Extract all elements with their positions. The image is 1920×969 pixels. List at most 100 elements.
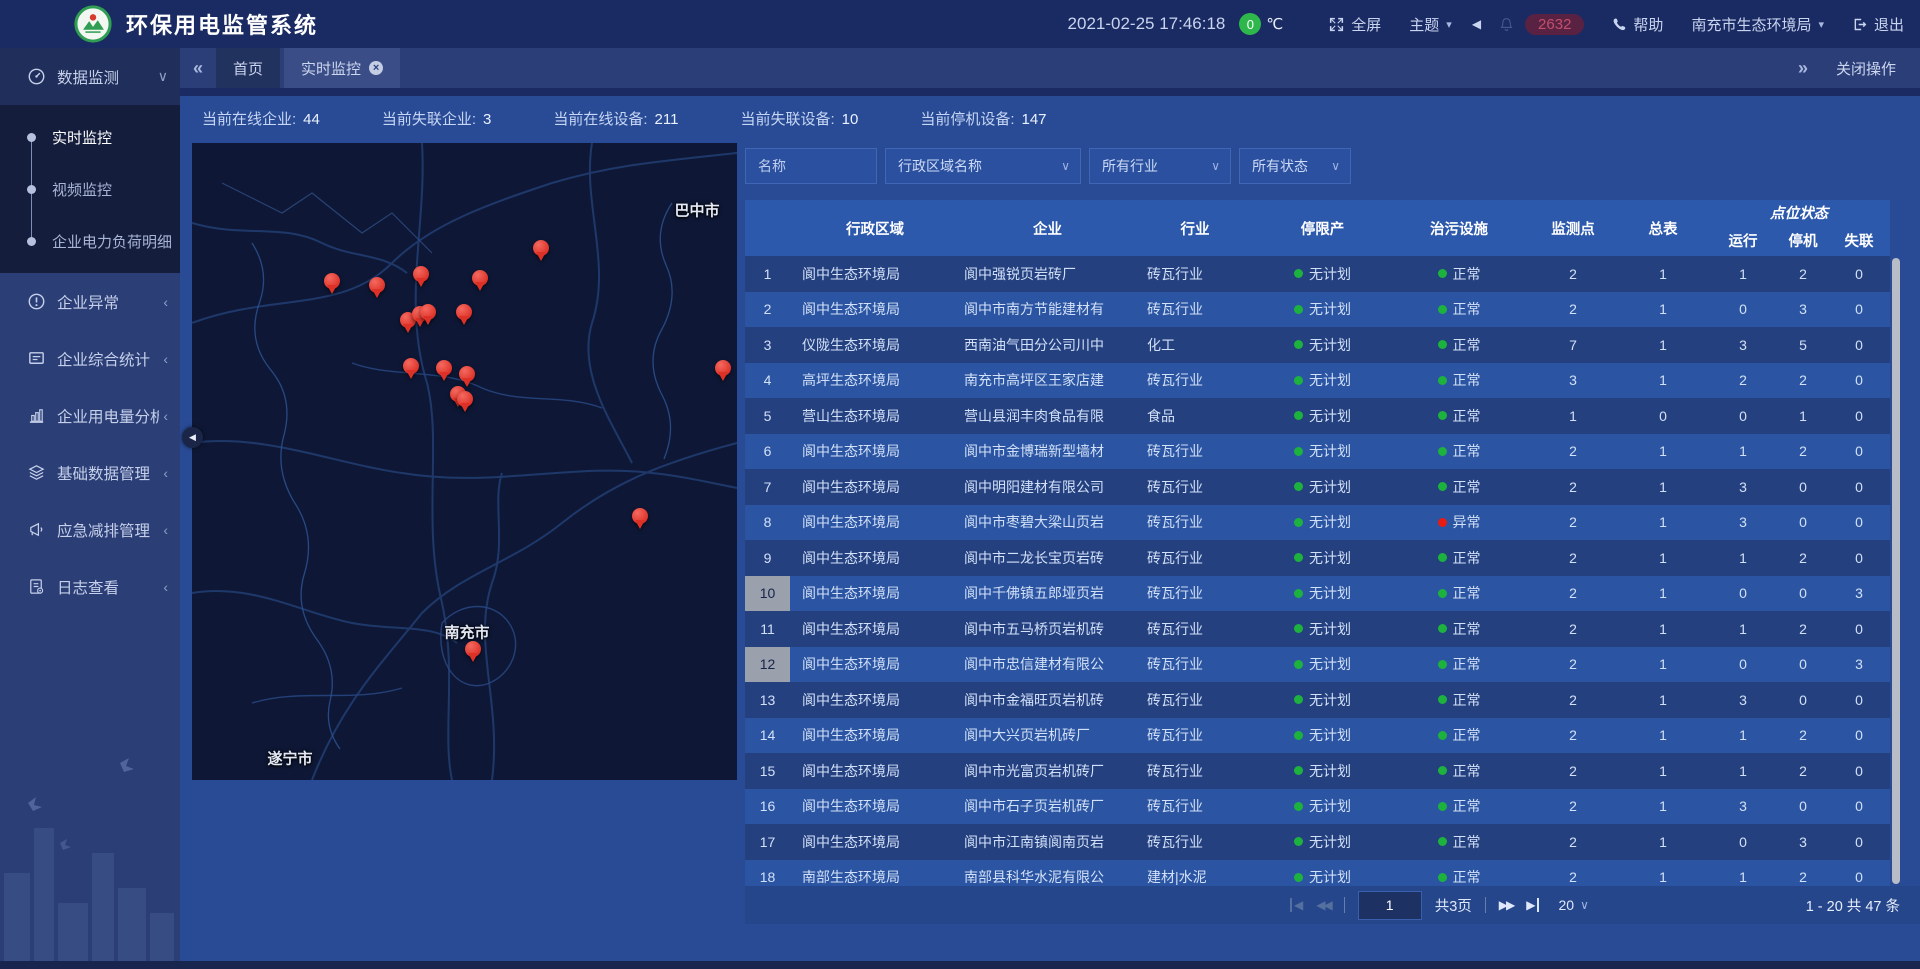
table-row[interactable]: 15阆中生态环境局阆中市光富页岩机砖厂砖瓦行业无计划正常21120	[745, 753, 1890, 789]
help-label: 帮助	[1633, 14, 1663, 35]
mute-button[interactable]: ◀	[1472, 17, 1481, 31]
footer-strip	[0, 961, 1920, 969]
status-select[interactable]: 所有状态 ∨	[1239, 148, 1351, 184]
user-menu[interactable]: 南充市生态环境局 ▾	[1691, 14, 1824, 35]
sidebar-item-company-statistics[interactable]: 企业综合统计 ‹	[0, 330, 180, 387]
cell-company: 阆中强锐页岩砖厂	[960, 256, 1135, 292]
first-page-button[interactable]: ◀	[1290, 898, 1303, 912]
sidebar-item-power-load-detail[interactable]: 企业电力负荷明细	[0, 215, 180, 267]
region-select[interactable]: 行政区域名称 ∨	[885, 148, 1081, 184]
table-row[interactable]: 10阆中生态环境局阆中千佛镇五郎垭页岩砖瓦行业无计划正常21003	[745, 576, 1890, 612]
map-pin[interactable]	[420, 304, 436, 320]
industry-select[interactable]: 所有行业 ∨	[1089, 148, 1231, 184]
table-row[interactable]: 3仪陇生态环境局西南油气田分公司川中化工无计划正常71350	[745, 327, 1890, 363]
sidebar-item-log-view[interactable]: 日志查看 ‹	[0, 558, 180, 615]
map-pin[interactable]	[369, 277, 385, 293]
tabs-scroll-right-button[interactable]: »	[1798, 58, 1808, 79]
last-page-button[interactable]: ▶	[1526, 898, 1539, 912]
prev-page-button[interactable]: ◀◀	[1316, 898, 1330, 912]
map-pin[interactable]	[472, 270, 488, 286]
table-row[interactable]: 16阆中生态环境局阆中市石子页岩机砖厂砖瓦行业无计划正常21300	[745, 789, 1890, 825]
name-search-input[interactable]	[745, 148, 877, 184]
table-row[interactable]: 11阆中生态环境局阆中市五马桥页岩机砖砖瓦行业无计划正常21120	[745, 611, 1890, 647]
theme-button[interactable]: 主题 ▾	[1409, 14, 1452, 35]
map-pin[interactable]	[324, 273, 340, 289]
map-pin[interactable]	[533, 240, 549, 256]
sidebar-item-power-usage-analysis[interactable]: 企业用电量分析 ‹	[0, 387, 180, 444]
map-pin[interactable]	[436, 360, 452, 376]
cell-region: 阆中生态环境局	[790, 256, 960, 292]
sidebar-item-data-monitoring[interactable]: 数据监测 ∨	[0, 48, 180, 105]
map-pin[interactable]	[457, 391, 473, 407]
vertical-scrollbar[interactable]	[1892, 258, 1900, 884]
map-panel[interactable]: 巴中市南充市遂宁市	[192, 143, 737, 780]
status-dot	[1438, 340, 1447, 349]
cell-industry: 食品	[1135, 398, 1255, 434]
cell-monitor-points: 3	[1528, 363, 1618, 399]
tab-home[interactable]: 首页	[216, 48, 280, 88]
map-pin[interactable]	[715, 360, 731, 376]
cell-limit-production: 无计划	[1255, 682, 1390, 718]
cell-company: 阆中市金博瑞新型墙材	[960, 434, 1135, 470]
cell-region: 阆中生态环境局	[790, 540, 960, 576]
cell-pollution-facility: 正常	[1390, 824, 1528, 860]
cell-disconnected: 3	[1828, 647, 1890, 683]
tab-bar: « 首页 实时监控 × » 关闭操作	[180, 48, 1920, 96]
table-row[interactable]: 7阆中生态环境局阆中明阳建材有限公司砖瓦行业无计划正常21300	[745, 469, 1890, 505]
cell-region: 高坪生态环境局	[790, 363, 960, 399]
help-button[interactable]: 帮助	[1612, 14, 1663, 35]
page-number-input[interactable]	[1358, 891, 1422, 920]
tab-realtime-monitor[interactable]: 实时监控 ×	[284, 48, 400, 88]
chevron-left-icon: ‹	[163, 465, 168, 481]
cell-running: 2	[1708, 363, 1778, 399]
close-operations-button[interactable]: 关闭操作	[1836, 58, 1896, 79]
cell-industry: 砖瓦行业	[1135, 789, 1255, 825]
mute-icon: ◀	[1472, 17, 1481, 31]
table-row[interactable]: 18南部生态环境局南部县科华水泥有限公建材|水泥无计划正常21120	[745, 860, 1890, 887]
map-pin[interactable]	[465, 641, 481, 657]
logout-button[interactable]: 退出	[1852, 14, 1904, 35]
cell-row-number: 13	[745, 682, 790, 718]
notification-button[interactable]: 2632	[1499, 14, 1584, 35]
cell-region: 营山生态环境局	[790, 398, 960, 434]
table-row[interactable]: 5营山生态环境局营山县润丰肉食品有限食品无计划正常10010	[745, 398, 1890, 434]
table-row[interactable]: 6阆中生态环境局阆中市金博瑞新型墙材砖瓦行业无计划正常21120	[745, 434, 1890, 470]
cell-region: 阆中生态环境局	[790, 647, 960, 683]
status-select-value: 所有状态	[1252, 156, 1308, 176]
close-icon[interactable]: ×	[369, 61, 383, 75]
table-row[interactable]: 13阆中生态环境局阆中市金福旺页岩机砖砖瓦行业无计划正常21300	[745, 682, 1890, 718]
page-size-select[interactable]: 20 ∨	[1558, 897, 1588, 913]
map-collapse-button[interactable]: ◀	[182, 427, 203, 448]
map-pin[interactable]	[456, 304, 472, 320]
fullscreen-button[interactable]: 全屏	[1329, 14, 1381, 35]
cell-running: 1	[1708, 540, 1778, 576]
cell-pollution-facility: 正常	[1390, 540, 1528, 576]
map-pin[interactable]	[403, 358, 419, 374]
cell-row-number: 5	[745, 398, 790, 434]
chevron-left-icon: ‹	[163, 294, 168, 310]
table-row[interactable]: 12阆中生态环境局阆中市忠信建材有限公砖瓦行业无计划正常21003	[745, 647, 1890, 683]
next-page-button[interactable]: ▶▶	[1499, 898, 1513, 912]
map-pin[interactable]	[459, 366, 475, 382]
table-row[interactable]: 17阆中生态环境局阆中市江南镇阆南页岩砖瓦行业无计划正常21030	[745, 824, 1890, 860]
chevron-down-icon: ▾	[1446, 18, 1452, 31]
cell-stopped: 2	[1778, 363, 1828, 399]
cell-monitor-points: 2	[1528, 860, 1618, 887]
sidebar-item-video-monitor[interactable]: 视频监控	[0, 163, 180, 215]
table-row[interactable]: 14阆中生态环境局阆中大兴页岩机砖厂砖瓦行业无计划正常21120	[745, 718, 1890, 754]
cell-total-meters: 1	[1618, 256, 1708, 292]
cell-running: 0	[1708, 647, 1778, 683]
table-row[interactable]: 8阆中生态环境局阆中市枣碧大梁山页岩砖瓦行业无计划异常21300	[745, 505, 1890, 541]
map-pin[interactable]	[632, 508, 648, 524]
table-row[interactable]: 4高坪生态环境局南充市高坪区王家店建砖瓦行业无计划正常31220	[745, 363, 1890, 399]
sidebar-item-base-data-management[interactable]: 基础数据管理 ‹	[0, 444, 180, 501]
map-pin[interactable]	[413, 266, 429, 282]
sidebar-item-realtime-monitor[interactable]: 实时监控	[0, 111, 180, 163]
table-row[interactable]: 1阆中生态环境局阆中强锐页岩砖厂砖瓦行业无计划正常21120	[745, 256, 1890, 292]
tabs-scroll-left-button[interactable]: «	[180, 58, 216, 79]
table-row[interactable]: 2阆中生态环境局阆中市南方节能建材有砖瓦行业无计划正常21030	[745, 292, 1890, 328]
sidebar-item-company-abnormal[interactable]: 企业异常 ‹	[0, 273, 180, 330]
bullet-dot-icon	[27, 237, 36, 246]
table-row[interactable]: 9阆中生态环境局阆中市二龙长宝页岩砖砖瓦行业无计划正常21120	[745, 540, 1890, 576]
sidebar-item-emergency-reduction[interactable]: 应急减排管理 ‹	[0, 501, 180, 558]
